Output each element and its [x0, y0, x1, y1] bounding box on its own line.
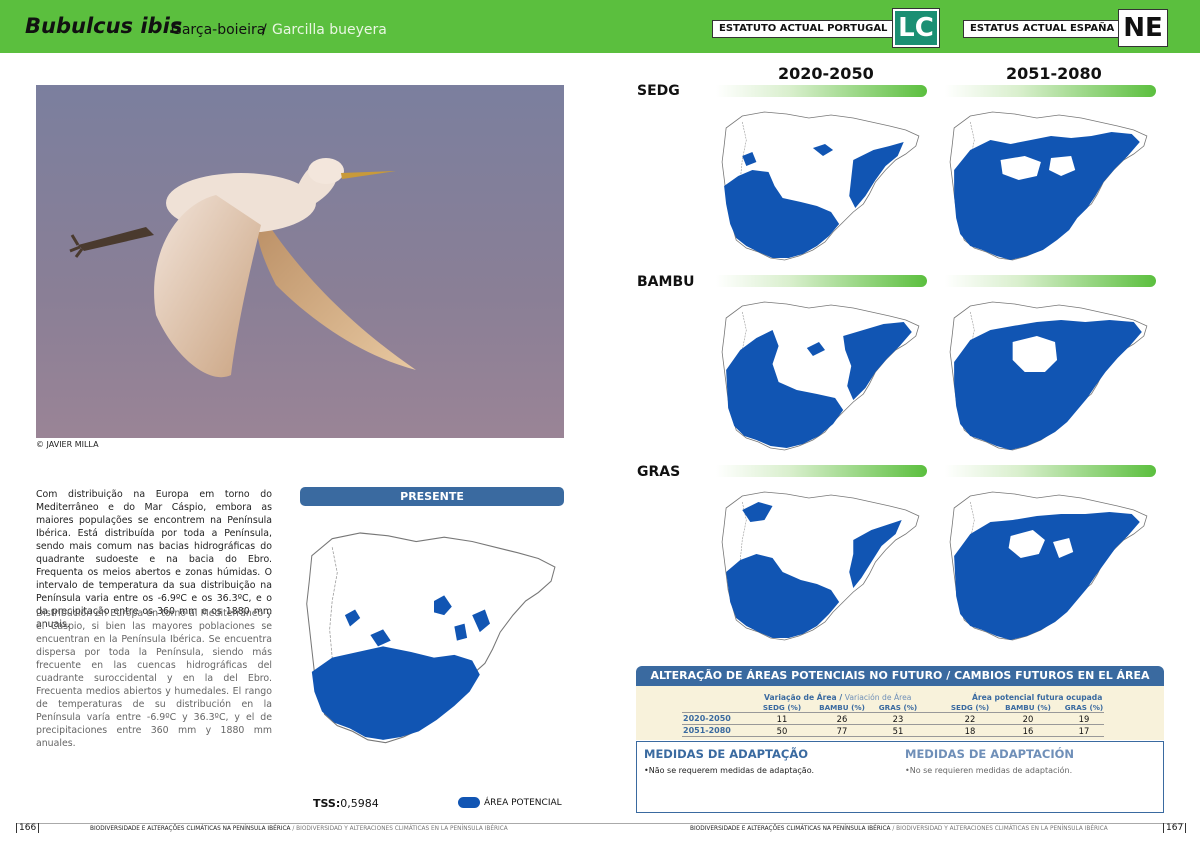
scenario-label-gras: GRAS: [637, 464, 681, 480]
species-photo: [36, 85, 564, 438]
legend-swatch: [458, 797, 480, 808]
scenario-bar: [945, 85, 1156, 97]
species-name-pt: Garça-boieira: [171, 22, 266, 38]
presente-bar: PRESENTE: [300, 487, 564, 506]
alteration-col-header: BAMBU (%): [819, 703, 865, 712]
alteration-col-header: GRAS (%): [878, 703, 918, 712]
status-es-badge: NE: [1118, 9, 1168, 47]
alteration-group-variation-pt: Variação de Área: [764, 693, 837, 702]
alteration-col-header: GRAS (%): [1064, 703, 1104, 712]
alteration-cell: 19: [1078, 714, 1090, 724]
page-number-left: 166: [16, 823, 40, 833]
alteration-row-label: 2051-2080: [683, 726, 731, 735]
medidas-title-es: MEDIDAS DE ADAPTACIÓN: [905, 747, 1075, 761]
map-sedg-2020-2050: [712, 100, 934, 268]
footer-running-title-left: BIODIVERSIDADE E ALTERAÇÕES CLIMÁTICAS N…: [90, 826, 508, 832]
alteration-col-header: BAMBU (%): [1005, 703, 1051, 712]
footer-text-es: BIODIVERSIDAD Y ALTERACIONES CLIMÁTICAS …: [896, 826, 1108, 832]
map-bambu-2051-2080: [940, 290, 1162, 458]
scenario-bar: [945, 465, 1156, 477]
map-presente: [294, 516, 574, 754]
alteration-group-variation: Variação de Área / Variación de Área: [764, 693, 912, 702]
alteration-cell: 26: [836, 714, 848, 724]
alteration-row-label: 2020-2050: [683, 714, 731, 723]
medidas-text-pt: •Não se requerem medidas de adaptação.: [644, 766, 814, 775]
scenario-bar: [716, 275, 927, 287]
map-sedg-2051-2080: [940, 100, 1162, 268]
status-es-label: ESTATUS ACTUAL ESPAÑA: [963, 20, 1122, 38]
table-rule: [682, 712, 1104, 713]
page-number-right: 167: [1163, 823, 1187, 833]
alteration-cell: 50: [776, 726, 788, 736]
title-separator: /: [262, 22, 267, 38]
alteration-cell: 51: [892, 726, 904, 736]
alteration-col-header: SEDG (%): [762, 703, 802, 712]
alteration-cell: 16: [1022, 726, 1034, 736]
scenario-label-sedg: SEDG: [637, 83, 680, 99]
alteration-cell: 18: [964, 726, 976, 736]
alteration-table: Variação de Área / Variación de Área Áre…: [636, 686, 1164, 740]
scenario-bar: [716, 465, 927, 477]
footer-text-es: BIODIVERSIDAD Y ALTERACIONES CLIMÁTICAS …: [296, 826, 508, 832]
alteration-cell: 20: [1022, 714, 1034, 724]
tss-score: TSS:0,5984: [313, 797, 379, 810]
table-rule: [682, 736, 1104, 737]
scenario-bar: [716, 85, 927, 97]
description-es: Distribución en Europa en torno al Medit…: [36, 608, 272, 749]
alteration-cell: 23: [892, 714, 904, 724]
species-scientific-name: Bubulcus ibis: [25, 14, 183, 38]
footer-rule: [16, 823, 1184, 824]
legend-label: ÁREA POTENCIAL: [484, 798, 562, 808]
footer-text-pt: BIODIVERSIDADE E ALTERAÇÕES CLIMÁTICAS N…: [690, 826, 891, 832]
alteration-cell: 17: [1078, 726, 1090, 736]
status-pt-badge: LC: [892, 8, 940, 48]
tss-label: TSS:: [313, 797, 341, 810]
medidas-text-es: •No se requieren medidas de adaptación.: [905, 766, 1073, 775]
period-label-2: 2051-2080: [1006, 64, 1102, 83]
alteration-cell: 11: [776, 714, 788, 724]
alteration-group-future: Área potencial futura ocupada: [972, 693, 1103, 702]
footer-text-pt: BIODIVERSIDADE E ALTERAÇÕES CLIMÁTICAS N…: [90, 826, 291, 832]
photo-credit: © JAVIER MILLA: [36, 440, 99, 449]
status-pt-label: ESTATUTO ACTUAL PORTUGAL: [712, 20, 895, 38]
table-rule: [682, 724, 1104, 725]
footer-running-title-right: BIODIVERSIDADE E ALTERAÇÕES CLIMÁTICAS N…: [690, 826, 1108, 832]
species-name-es: Garcilla bueyera: [272, 22, 387, 38]
map-gras-2051-2080: [940, 480, 1162, 648]
period-label-1: 2020-2050: [778, 64, 874, 83]
tss-value: 0,5984: [340, 797, 379, 810]
alteration-col-header: SEDG (%): [950, 703, 990, 712]
medidas-title-pt: MEDIDAS DE ADAPTAÇÃO: [644, 747, 809, 761]
map-gras-2020-2050: [712, 480, 934, 648]
alteration-title: ALTERAÇÃO DE ÁREAS POTENCIAIS NO FUTURO …: [636, 666, 1164, 702]
map-bambu-2020-2050: [712, 290, 934, 458]
alteration-cell: 77: [836, 726, 848, 736]
scenario-bar: [945, 275, 1156, 287]
alteration-cell: 22: [964, 714, 976, 724]
scenario-label-bambu: BAMBU: [637, 274, 695, 290]
alteration-group-variation-es: Variación de Área: [844, 693, 912, 702]
